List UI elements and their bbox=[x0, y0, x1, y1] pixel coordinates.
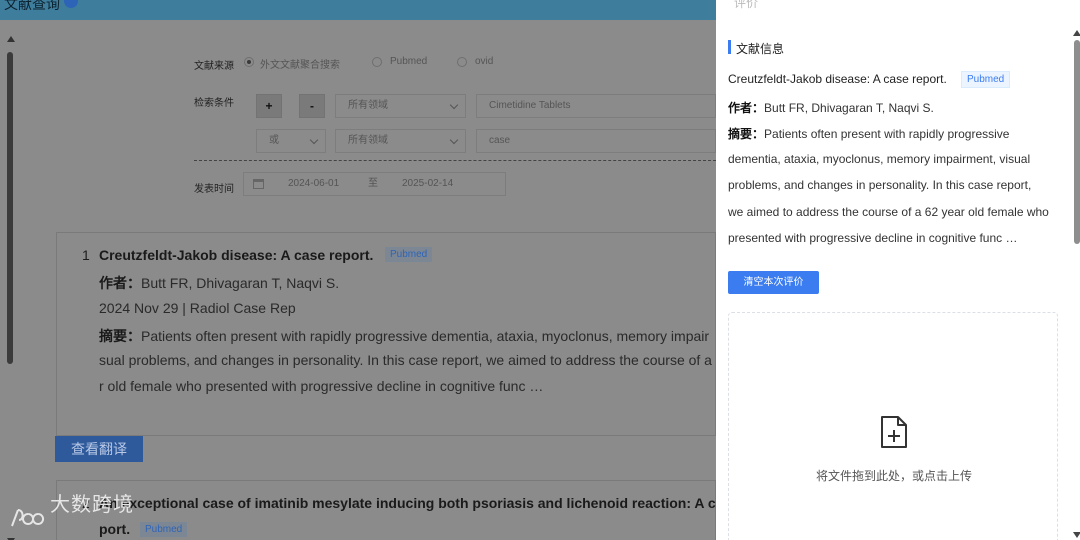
result-index: 1 bbox=[82, 247, 90, 263]
main-content: 文献来源 外文文献聚合搜索 Pubmed ovid 检索条件 + - 所有领域 … bbox=[0, 20, 716, 540]
add-condition-button[interactable]: + bbox=[256, 94, 282, 118]
source-tag: Pubmed bbox=[961, 71, 1011, 88]
keyword-input-1[interactable]: Cimetidine Tablets bbox=[476, 94, 716, 118]
page-title: 文献查询 bbox=[4, 0, 60, 12]
drawer-scrollbar-thumb[interactable] bbox=[1074, 40, 1080, 244]
drawer-title: 评价 bbox=[734, 0, 759, 10]
result-title[interactable]: An exceptional case of imatinib mesylate… bbox=[99, 495, 716, 511]
section-accent-bar bbox=[728, 40, 731, 54]
source-label: 文献来源 bbox=[194, 61, 234, 72]
abstract-text: Patients often present with rapidly prog… bbox=[764, 127, 1010, 141]
section-title: 文献信息 bbox=[736, 42, 785, 56]
chevron-down-icon bbox=[309, 135, 319, 145]
date-range-picker[interactable]: 2024-06-01 至 2025-02-14 bbox=[243, 172, 506, 196]
source-option-pubmed[interactable]: Pubmed bbox=[390, 56, 427, 67]
info-badge-icon bbox=[64, 0, 78, 8]
result-authors: 作者：Butt FR, Dhivagaran T, Naqvi S. bbox=[99, 273, 339, 293]
paper-authors: 作者：Butt FR, Dhivagaran T, Naqvi S. bbox=[728, 99, 934, 116]
source-option-ovid[interactable]: ovid bbox=[475, 56, 493, 67]
keyword-input-1-value: Cimetidine Tablets bbox=[489, 100, 571, 111]
date-start: 2024-06-01 bbox=[288, 178, 340, 189]
upload-hint: 将文件拖到此处，或点击上传 bbox=[815, 469, 972, 483]
source-radio-ovid[interactable] bbox=[457, 57, 467, 67]
logic-select-value: 或 bbox=[269, 135, 279, 146]
source-radio-pubmed[interactable] bbox=[372, 57, 382, 67]
field-select-1[interactable]: 所有领域 bbox=[335, 94, 466, 118]
main-scrollbar[interactable] bbox=[6, 34, 15, 540]
author-names: Butt FR, Dhivagaran T, Naqvi S. bbox=[141, 275, 340, 291]
scroll-up-icon[interactable] bbox=[7, 36, 15, 42]
author-label: 作者： bbox=[99, 275, 141, 291]
upload-dropzone[interactable]: 将文件拖到此处，或点击上传 bbox=[728, 312, 1058, 540]
field-select-2-value: 所有领域 bbox=[348, 135, 388, 146]
paper-abstract-line: dementia, ataxia, myoclonus, memory impa… bbox=[728, 152, 1031, 166]
abstract-label: 摘要： bbox=[728, 127, 765, 141]
author-label: 作者： bbox=[728, 101, 765, 115]
file-add-icon bbox=[879, 415, 909, 449]
paper-abstract-line: presented with progressive decline in co… bbox=[728, 231, 1018, 245]
top-bar: 文献查询 bbox=[0, 0, 716, 20]
watermark-logo-icon bbox=[10, 506, 46, 528]
evaluation-drawer: 评价 文献信息 Creutzfeldt-Jakob disease: A cas… bbox=[716, 0, 1080, 540]
field-select-2[interactable]: 所有领域 bbox=[335, 129, 466, 153]
date-separator: 至 bbox=[368, 178, 378, 189]
drawer-scroll-up-icon[interactable] bbox=[1073, 30, 1080, 36]
source-option-aggregate[interactable]: 外文文献聚合搜索 bbox=[260, 56, 340, 71]
date-end: 2025-02-14 bbox=[402, 178, 454, 189]
paper-title: Creutzfeldt-Jakob disease: A case report… bbox=[728, 72, 947, 86]
divider bbox=[194, 160, 716, 161]
author-names: Butt FR, Dhivagaran T, Naqvi S. bbox=[764, 101, 934, 115]
condition-label: 检索条件 bbox=[194, 98, 234, 109]
result-meta: 2024 Nov 29 | Radiol Case Rep bbox=[99, 300, 296, 316]
chevron-down-icon bbox=[449, 100, 459, 110]
field-select-1-value: 所有领域 bbox=[348, 100, 388, 111]
abstract-text: Patients often present with rapidly prog… bbox=[141, 328, 710, 344]
keyword-input-2[interactable]: case bbox=[476, 129, 716, 153]
result-title[interactable]: Creutzfeldt-Jakob disease: A case report… bbox=[99, 247, 373, 263]
date-label: 发表时间 bbox=[194, 184, 234, 195]
result-title-continued[interactable]: port. bbox=[99, 521, 130, 537]
paper-abstract-line: problems, and changes in personality. In… bbox=[728, 178, 1032, 192]
drawer-scroll-down-icon[interactable] bbox=[1073, 532, 1080, 538]
clear-evaluation-button[interactable]: 清空本次评价 bbox=[728, 271, 819, 294]
result-abstract-line: r old female who presented with progress… bbox=[99, 378, 544, 394]
result-abstract-line: 摘要：Patients often present with rapidly p… bbox=[99, 326, 709, 346]
paper-abstract-line: we aimed to address the course of a 62 y… bbox=[728, 205, 1049, 219]
calendar-icon bbox=[253, 179, 264, 189]
abstract-label: 摘要： bbox=[99, 328, 141, 344]
view-translation-button[interactable]: 查看翻译 bbox=[55, 436, 143, 462]
source-radio-aggregate[interactable] bbox=[244, 57, 254, 67]
source-tag: Pubmed bbox=[140, 522, 188, 537]
scrollbar-thumb[interactable] bbox=[7, 52, 13, 364]
result-abstract-line: sual problems, and changes in personalit… bbox=[99, 352, 712, 368]
chevron-down-icon bbox=[449, 135, 459, 145]
watermark-text: 大数跨境 bbox=[50, 494, 134, 516]
logic-select[interactable]: 或 bbox=[256, 129, 326, 153]
keyword-input-2-value: case bbox=[489, 135, 511, 146]
paper-abstract-line: 摘要：Patients often present with rapidly p… bbox=[728, 125, 1009, 142]
remove-condition-button[interactable]: - bbox=[299, 94, 325, 118]
source-tag: Pubmed bbox=[385, 247, 433, 262]
